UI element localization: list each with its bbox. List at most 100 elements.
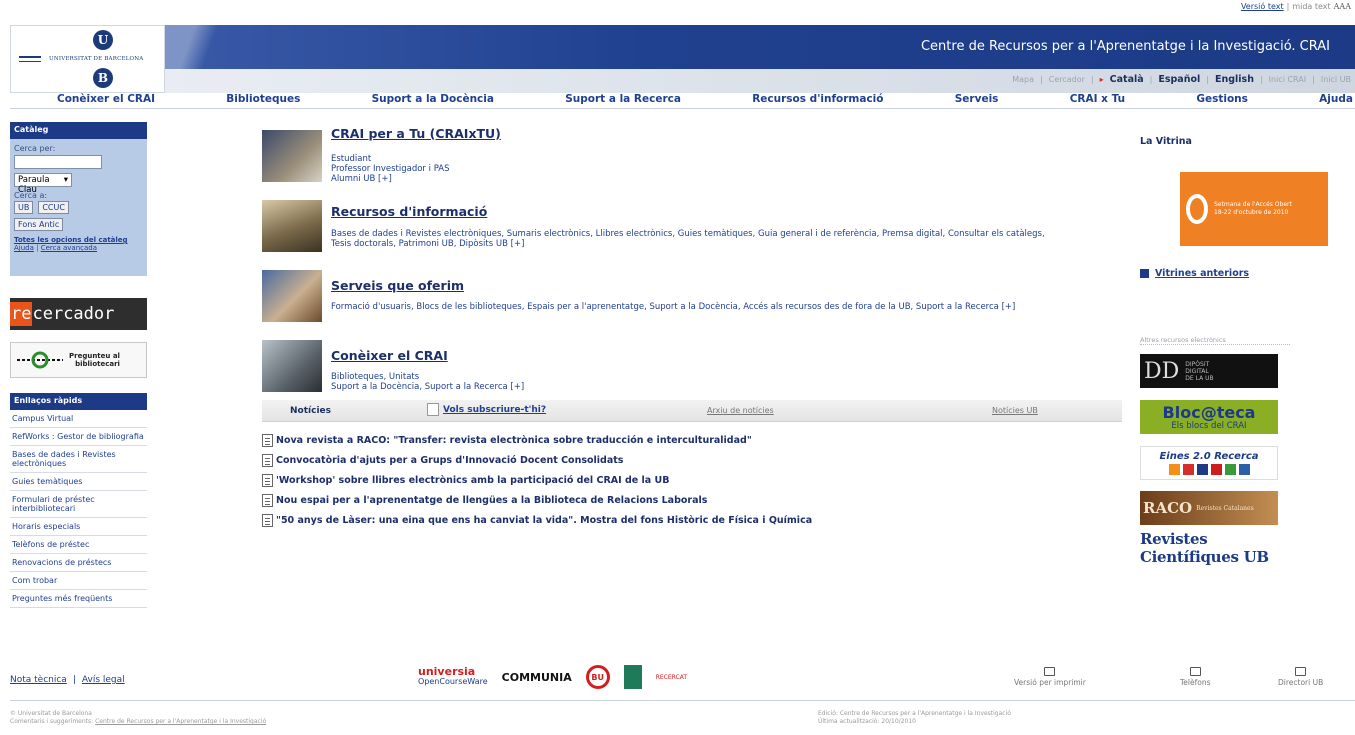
technical-note-link[interactable]: Nota tècnica [10, 675, 67, 685]
ask-librarian-banner[interactable]: Pregunteu al bibliotecari [10, 342, 147, 378]
section-thumbnail [262, 200, 322, 252]
lang-catala[interactable]: Català [1110, 74, 1144, 85]
section-link[interactable]: Professor Investigador i PAS [331, 164, 1131, 174]
phones-label: Telèfons [1180, 678, 1211, 687]
news-item[interactable]: "50 anys de Làser: una eina que ens ha c… [262, 510, 1132, 530]
ccuc-search-button[interactable]: CCUC [38, 201, 69, 214]
section-title[interactable]: Conèixer el CRAI [331, 348, 448, 363]
nav-gestions[interactable]: Gestions [1196, 93, 1248, 108]
web20-tools-banner[interactable]: Eines 2.0 Recerca [1140, 446, 1278, 480]
section-link[interactable]: Tesis doctorals, Patrimoni UB, Dipòsits … [331, 239, 1131, 249]
section-title[interactable]: Recursos d'informació [331, 204, 487, 219]
quick-link-campus[interactable]: Campus Virtual [10, 410, 147, 428]
lang-english[interactable]: English [1215, 74, 1254, 85]
legal-notice-link[interactable]: Avís legal [82, 675, 125, 685]
blocateca-banner[interactable]: Bloc@teca Els blocs del CRAI [1140, 400, 1278, 434]
text-size-buttons[interactable]: AAA [1334, 2, 1351, 11]
print-version-link[interactable]: Versió per imprimir [1014, 667, 1086, 687]
news-document-icon [262, 433, 273, 447]
quick-link-renewals[interactable]: Renovacions de préstecs [10, 554, 147, 572]
lang-espanol[interactable]: Español [1158, 74, 1200, 85]
search-type-select[interactable]: Paraula Clau ▾ [14, 173, 72, 195]
communia-logo[interactable]: COMMUNIA [502, 671, 572, 684]
quick-link-faq[interactable]: Preguntes més freqüents [10, 590, 147, 608]
delicious-icon [1196, 464, 1208, 475]
directory-label: Directori UB [1278, 678, 1324, 687]
previous-vitrines-link[interactable]: Vitrines anteriors [1140, 268, 1249, 279]
section-link[interactable]: Estudiant [331, 154, 1131, 164]
repo-line-2: DIGITAL [1185, 367, 1209, 375]
directory-link[interactable]: Directori UB [1278, 667, 1323, 687]
language-row: Mapa | Cercador | ▸ Català | Español | E… [1012, 74, 1351, 85]
section-thumbnail [262, 130, 322, 182]
quick-link-refworks[interactable]: RefWorks : Gestor de bibliografia [10, 428, 147, 446]
raco-banner[interactable]: RACO Revistes Catalanes [1140, 491, 1278, 525]
news-title: 'Workshop' sobre llibres electrònics amb… [276, 474, 670, 486]
search-link[interactable]: Cercador [1049, 75, 1085, 84]
separator: | [1312, 75, 1315, 84]
all-catalog-options-link[interactable]: Totes les opcions del catàleg [14, 236, 143, 244]
copyright-line-2: Comentaris i suggeriments: Centre de Rec… [10, 718, 266, 726]
section-link[interactable]: Alumni UB [+] [331, 174, 1131, 184]
section-link[interactable]: Bases de dades i Revistes electròniques,… [331, 229, 1131, 239]
map-link[interactable]: Mapa [1012, 75, 1034, 84]
printer-icon [1044, 667, 1056, 676]
ub-news-link[interactable]: Notícies UB [992, 406, 1038, 415]
quick-link-phones[interactable]: Telèfons de préstec [10, 536, 147, 554]
nav-recerca[interactable]: Suport a la Recerca [565, 93, 681, 108]
news-item[interactable]: 'Workshop' sobre llibres electrònics amb… [262, 470, 1132, 490]
section-link[interactable]: Biblioteques, Unitats [331, 372, 1131, 382]
news-item[interactable]: Nova revista a RACO: "Transfer: revista … [262, 430, 1132, 450]
nav-biblioteques[interactable]: Biblioteques [226, 93, 300, 108]
text-version-link[interactable]: Versió text [1241, 2, 1284, 11]
nav-serveis[interactable]: Serveis [955, 93, 999, 108]
news-item[interactable]: Nou espai per a l'aprenentatge de llengü… [262, 490, 1132, 510]
revistes-ub-banner[interactable]: Revistes Científiques UB [1140, 530, 1278, 566]
recercador-banner[interactable]: re cercador [10, 298, 147, 330]
advanced-search-link[interactable]: Cerca avançada [41, 244, 97, 252]
ub-search-button[interactable]: UB [14, 201, 34, 214]
home-ub-link[interactable]: Inici UB [1321, 75, 1351, 84]
section-title[interactable]: Serveis que oferim [331, 278, 464, 293]
section-title[interactable]: CRAI per a Tu (CRAIxTU) [331, 126, 501, 141]
title-band: Centre de Recursos per a l'Aprenentatge … [165, 25, 1355, 69]
catalog-help-link[interactable]: Ajuda [14, 244, 34, 252]
catalog-search-input[interactable] [14, 155, 102, 169]
ub-logo[interactable]: UNIVERSITAT DE BARCELONA U B [10, 25, 165, 93]
phones-link[interactable]: Telèfons [1180, 667, 1211, 687]
news-document-icon [262, 453, 273, 467]
subscribe-link[interactable]: Vols subscriure-t'hi? [427, 403, 546, 416]
quick-link-databases[interactable]: Bases de dades i Revistes electròniques [10, 446, 147, 473]
section-link[interactable]: Formació d'usuaris, Blocs de les bibliot… [331, 302, 1131, 312]
section-link[interactable]: Suport a la Docència, Suport a la Recerc… [331, 382, 1131, 392]
section-links: Estudiant Professor Investigador i PAS A… [331, 154, 1131, 184]
recercador-re: re [10, 302, 33, 326]
green-partner-logo[interactable] [623, 665, 642, 689]
open-access-banner[interactable]: Setmana de l'Accés Obert 18-22 d'octubre… [1180, 172, 1328, 246]
nav-recursos[interactable]: Recursos d'informació [752, 93, 883, 108]
quick-link-hours[interactable]: Horaris especials [10, 518, 147, 536]
rss-document-icon [427, 403, 439, 416]
digital-repository-banner[interactable]: DD DIPÒSIT DIGITAL DE LA UB [1140, 354, 1278, 388]
ask-librarian-text: Pregunteu al bibliotecari [69, 352, 120, 368]
recercat-logo[interactable]: RECERCAT [656, 674, 687, 681]
bu-logo[interactable]: BU [585, 665, 610, 689]
nav-ajuda[interactable]: Ajuda [1319, 93, 1353, 108]
news-archive-link[interactable]: Arxiu de notícies [707, 406, 774, 415]
home-crai-link[interactable]: Inici CRAI [1269, 75, 1306, 84]
news-item[interactable]: Convocatòria d'ajuts per a Grups d'Innov… [262, 450, 1132, 470]
universia-logo[interactable]: universia OpenCourseWare [418, 666, 488, 687]
blocateca-sub: Els blocs del CRAI [1171, 420, 1247, 431]
quick-link-find[interactable]: Com trobar [10, 572, 147, 590]
nav-craixtu[interactable]: CRAI x Tu [1070, 93, 1125, 108]
quick-link-guides[interactable]: Guies temàtiques [10, 473, 147, 491]
chevron-down-icon: ▾ [63, 175, 68, 185]
nav-coneixer[interactable]: Conèixer el CRAI [57, 93, 155, 108]
quick-link-interlibrary[interactable]: Formulari de préstec interbibliotecari [10, 491, 147, 518]
fons-antic-button[interactable]: Fons Antic [14, 218, 64, 231]
crai-contact-link[interactable]: Centre de Recursos per a l'Aprenentatge … [95, 718, 266, 725]
site-title: Centre de Recursos per a l'Aprenentatge … [920, 39, 1330, 54]
repository-text: DIPÒSIT DIGITAL DE LA UB [1185, 361, 1213, 382]
nav-docencia[interactable]: Suport a la Docència [372, 93, 494, 108]
tab-noticies[interactable]: Notícies [290, 406, 331, 416]
